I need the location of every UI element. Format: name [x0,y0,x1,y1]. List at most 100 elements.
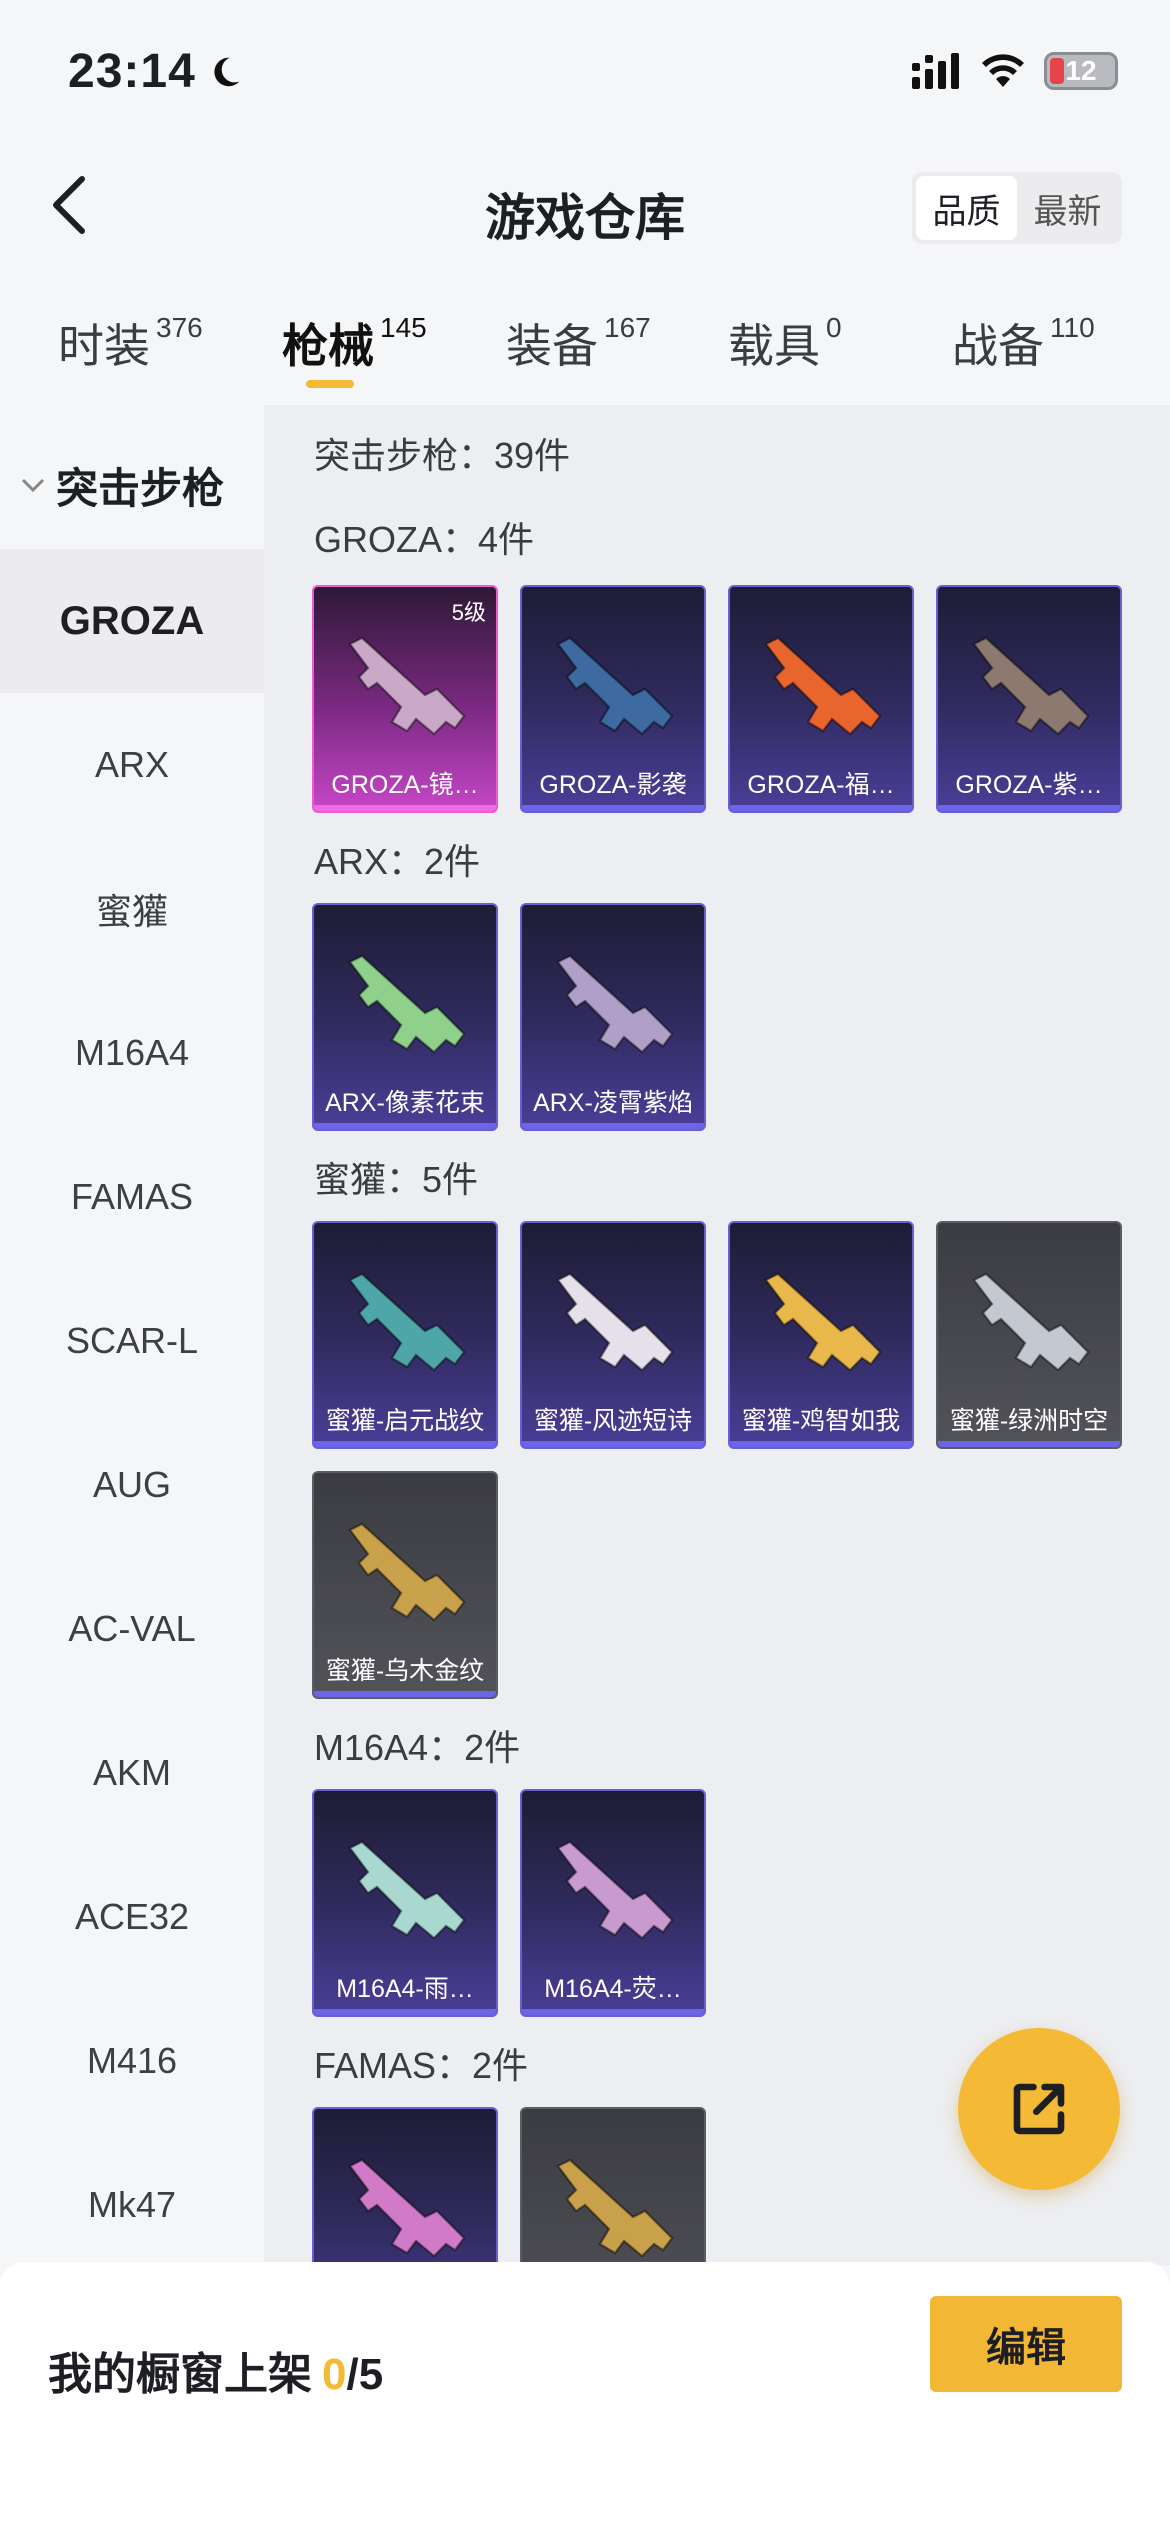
skin-name: 蜜獾-乌木金纹 [325,1657,485,1685]
rarity-bar [522,1123,704,1129]
skin-card[interactable]: 蜜獾-鸡智如我 [728,1221,914,1449]
tab-label: 装备 [506,320,598,372]
sidebar-item-ace32[interactable]: ACE32 [0,1845,264,1989]
skin-name: M16A4-荧… [544,1975,682,2003]
tab-label: 枪械 [282,320,374,372]
group-header: GROZA：4件 [314,519,535,560]
showcase-label: 我的橱窗上架 [48,2350,312,2399]
rifle-icon [556,1272,674,1372]
skin-card[interactable]: ARX-像素花束 [312,903,498,1131]
rifle-icon [556,1840,674,1940]
rarity-bar [938,1441,1120,1447]
skin-name: GROZA-镜… [331,771,479,799]
group-header: FAMAS：2件 [314,2045,529,2086]
sidebar-item-m416[interactable]: M416 [0,1989,264,2133]
rifle-icon [348,1522,466,1622]
tab-count: 0 [826,312,842,343]
inventory-list[interactable]: 突击步枪：39件 GROZA：4件 5级 GROZA-镜… GROZA-影袭 GR… [264,405,1170,2265]
rifle-icon [556,954,674,1054]
skin-name: ARX-凌霄紫焰 [533,1089,693,1117]
rifle-icon [764,636,882,736]
skin-card[interactable] [520,2107,706,2265]
tab-supplies[interactable]: 战备 110 [952,310,1095,376]
skin-card[interactable]: 蜜獾-乌木金纹 [312,1471,498,1699]
tab-count: 110 [1050,312,1095,343]
skin-card[interactable]: ARX-凌霄紫焰 [520,903,706,1131]
sidebar-item-honey-badger[interactable]: 蜜獾 [0,837,264,981]
rifle-icon [348,1272,466,1372]
sort-quality-button[interactable]: 品质 [916,176,1017,240]
sidebar-item-akm[interactable]: AKM [0,1701,264,1845]
rifle-icon [348,1840,466,1940]
skin-card[interactable]: GROZA-福… [728,585,914,813]
sidebar-category-assault-rifles[interactable]: 突击步枪 [20,455,224,516]
edit-button[interactable]: 编辑 [930,2296,1122,2392]
sidebar-item-mk47[interactable]: Mk47 [0,2133,264,2277]
rifle-icon [972,1272,1090,1372]
skin-name: 蜜獾-启元战纹 [325,1407,485,1435]
skin-card[interactable] [312,2107,498,2265]
rifle-icon [556,2158,674,2258]
rifle-icon [972,636,1090,736]
skin-card[interactable]: 蜜獾-启元战纹 [312,1221,498,1449]
battery-level: 12 [1065,55,1097,86]
skin-name: GROZA-影袭 [539,771,687,799]
sidebar-item-famas[interactable]: FAMAS [0,1125,264,1269]
tab-label: 时装 [58,320,150,372]
group-header: M16A4：2件 [314,1727,521,1768]
status-bar: 23:14 12 [0,0,1170,150]
sidebar-item-groza[interactable]: GROZA [0,549,264,693]
skin-card[interactable]: GROZA-紫… [936,585,1122,813]
sidebar: 突击步枪 GROZA ARX 蜜獾 M16A4 FAMAS SCAR-L AUG… [0,405,264,2265]
sidebar-category-label: 突击步枪 [56,465,225,512]
skin-card[interactable]: 蜜獾-绿洲时空 [936,1221,1122,1449]
rarity-bar [938,805,1120,811]
tab-count: 167 [604,312,651,343]
rifle-icon [348,2158,466,2258]
skin-card[interactable]: 5级 GROZA-镜… [312,585,498,813]
category-header: 突击步枪：39件 [314,435,571,476]
active-tab-indicator [306,380,354,388]
status-time: 23:14 [68,44,244,99]
skin-name: 蜜獾-风迹短诗 [533,1407,693,1435]
rifle-icon [764,1272,882,1372]
moon-icon [214,57,240,86]
sidebar-item-arx[interactable]: ARX [0,693,264,837]
battery-icon: 12 [1044,52,1118,90]
sort-toggle: 品质 最新 [912,172,1122,244]
group-header: 蜜獾：5件 [314,1159,479,1200]
skin-name: 蜜獾-绿洲时空 [949,1407,1109,1435]
rifle-icon [348,954,466,1054]
rarity-bar [314,1123,496,1129]
share-button[interactable] [958,2028,1120,2190]
tab-label: 载具 [728,320,820,372]
chevron-down-icon [21,478,45,492]
skin-card[interactable]: M16A4-荧… [520,1789,706,2017]
rarity-bar [314,1441,496,1447]
sidebar-item-m16a4[interactable]: M16A4 [0,981,264,1125]
skin-name: GROZA-紫… [955,771,1103,799]
category-tabs: 时装 376 枪械 145 装备 167 载具 0 战备 110 [0,300,1170,400]
tab-firearms[interactable]: 枪械 145 [282,310,427,376]
rarity-bar [730,1441,912,1447]
tab-label: 战备 [952,320,1044,372]
rarity-bar [314,1691,496,1697]
sort-newest-button[interactable]: 最新 [1017,176,1118,240]
skin-card[interactable]: GROZA-影袭 [520,585,706,813]
sidebar-item-scar-l[interactable]: SCAR-L [0,1269,264,1413]
showcase-count: 0 [322,2350,347,2399]
tab-fashion[interactable]: 时装 376 [58,310,203,376]
rarity-bar [522,2009,704,2015]
wifi-icon [982,54,1024,87]
tab-vehicles[interactable]: 载具 0 [728,310,842,376]
tab-equipment[interactable]: 装备 167 [506,310,651,376]
skin-name: M16A4-雨… [336,1975,474,2003]
skin-card[interactable]: M16A4-雨… [312,1789,498,2017]
tab-count: 376 [156,312,203,343]
skin-card[interactable]: 蜜獾-风迹短诗 [520,1221,706,1449]
sidebar-item-ac-val[interactable]: AC-VAL [0,1557,264,1701]
rarity-bar [522,805,704,811]
skin-level: 5级 [451,600,486,625]
rarity-bar [730,805,912,811]
sidebar-item-aug[interactable]: AUG [0,1413,264,1557]
